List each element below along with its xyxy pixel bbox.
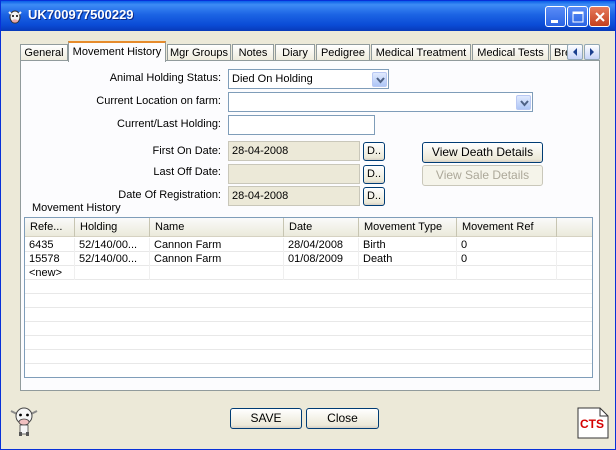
cell-movement-type bbox=[359, 266, 457, 280]
window-title: UK700977500229 bbox=[28, 7, 134, 22]
column-header-reference[interactable]: Refe... bbox=[25, 218, 75, 237]
empty-row bbox=[25, 280, 592, 294]
cell-name: Cannon Farm bbox=[150, 252, 284, 266]
column-header-name[interactable]: Name bbox=[150, 218, 284, 237]
movement-history-grid[interactable]: Refe... Holding Name Date Movement Type … bbox=[24, 217, 593, 378]
current-location-dropdown-button[interactable] bbox=[516, 95, 531, 110]
cts-logo-text: CTS bbox=[580, 417, 604, 431]
holding-status-label: Animal Holding Status: bbox=[109, 72, 221, 84]
tab-scroll-left-button[interactable] bbox=[567, 44, 583, 60]
registration-date-picker-button[interactable]: D.. bbox=[363, 187, 385, 206]
last-off-date-label: Last Off Date: bbox=[153, 166, 221, 178]
minimize-icon bbox=[551, 20, 558, 23]
empty-row bbox=[25, 364, 592, 377]
table-row[interactable]: 6435 52/140/00... Cannon Farm 28/04/2008… bbox=[25, 238, 592, 252]
cell-name: Cannon Farm bbox=[150, 238, 284, 252]
chevron-down-icon bbox=[520, 100, 529, 107]
cell-movement-type: Death bbox=[359, 252, 457, 266]
maximize-icon bbox=[572, 11, 584, 23]
first-on-date-picker-button[interactable]: D.. bbox=[363, 142, 385, 161]
cell-reference: <new> bbox=[25, 266, 75, 280]
current-holding-label: Current/Last Holding: bbox=[117, 118, 221, 130]
registration-date-label: Date Of Registration: bbox=[118, 189, 221, 201]
cell-date: 01/08/2009 bbox=[284, 252, 359, 266]
arrow-left-icon bbox=[573, 48, 577, 56]
view-death-details-button[interactable]: View Death Details bbox=[422, 142, 543, 163]
cell-date: 28/04/2008 bbox=[284, 238, 359, 252]
cell-movement-ref: 0 bbox=[457, 252, 557, 266]
grid-header: Refe... Holding Name Date Movement Type … bbox=[25, 218, 592, 237]
column-header-date[interactable]: Date bbox=[284, 218, 359, 237]
title-bar[interactable]: UK700977500229 bbox=[1, 1, 615, 31]
minimize-button[interactable] bbox=[545, 6, 566, 27]
cell-reference: 15578 bbox=[25, 252, 75, 266]
table-row[interactable]: 15578 52/140/00... Cannon Farm 01/08/200… bbox=[25, 252, 592, 266]
empty-row bbox=[25, 308, 592, 322]
new-row[interactable]: <new> bbox=[25, 266, 592, 280]
last-off-date-field bbox=[228, 164, 360, 184]
cell-name bbox=[150, 266, 284, 280]
cell-holding: 52/140/00... bbox=[75, 252, 150, 266]
tab-movement-history[interactable]: Movement History bbox=[68, 41, 166, 62]
empty-row bbox=[25, 336, 592, 350]
last-off-date-picker-button[interactable]: D.. bbox=[363, 165, 385, 184]
empty-row bbox=[25, 294, 592, 308]
holding-status-dropdown-button[interactable] bbox=[372, 72, 387, 87]
arrow-right-icon bbox=[590, 48, 594, 56]
column-header-movement-ref[interactable]: Movement Ref bbox=[457, 218, 557, 237]
close-window-button[interactable] bbox=[589, 6, 610, 27]
cell-movement-type: Birth bbox=[359, 238, 457, 252]
cell-holding: 52/140/00... bbox=[75, 238, 150, 252]
movement-history-title: Movement History bbox=[32, 202, 121, 214]
close-icon bbox=[595, 12, 605, 22]
current-location-select[interactable] bbox=[228, 92, 533, 112]
holding-status-value: Died On Holding bbox=[232, 73, 313, 85]
tab-scroll-right-button[interactable] bbox=[584, 44, 600, 60]
registration-date-field: 28-04-2008 bbox=[228, 186, 360, 206]
first-on-date-label: First On Date: bbox=[152, 145, 221, 157]
current-location-label: Current Location on farm: bbox=[96, 95, 221, 107]
cell-movement-ref bbox=[457, 266, 557, 280]
cell-reference: 6435 bbox=[25, 238, 75, 252]
app-window: UK700977500229 General Movement History … bbox=[0, 0, 616, 450]
column-header-movement-type[interactable]: Movement Type bbox=[359, 218, 457, 237]
current-holding-input[interactable] bbox=[228, 115, 375, 135]
empty-row bbox=[25, 350, 592, 364]
cts-logo-icon: CTS bbox=[577, 407, 609, 439]
save-button[interactable]: SAVE bbox=[230, 408, 302, 429]
cell-movement-ref: 0 bbox=[457, 238, 557, 252]
chevron-down-icon bbox=[376, 77, 385, 84]
first-on-date-field: 28-04-2008 bbox=[228, 141, 360, 161]
holding-status-select[interactable]: Died On Holding bbox=[228, 69, 389, 89]
close-button[interactable]: Close bbox=[306, 408, 379, 429]
view-sale-details-button[interactable]: View Sale Details bbox=[422, 165, 543, 186]
cell-date bbox=[284, 266, 359, 280]
empty-row bbox=[25, 322, 592, 336]
cow-app-icon bbox=[8, 10, 22, 24]
column-header-holding[interactable]: Holding bbox=[75, 218, 150, 237]
maximize-button[interactable] bbox=[567, 6, 588, 27]
cell-holding bbox=[75, 266, 150, 280]
cow-logo-icon bbox=[10, 407, 38, 436]
